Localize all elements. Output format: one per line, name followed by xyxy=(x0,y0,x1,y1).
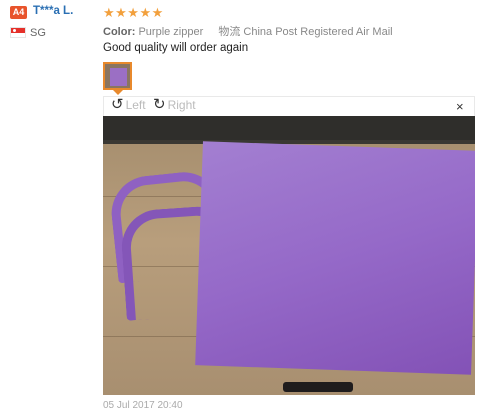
reviewer-name[interactable]: T***a L. xyxy=(33,5,73,17)
color-label: Color: xyxy=(103,26,136,38)
shipping-label: 物流 xyxy=(218,26,241,38)
singapore-flag-icon xyxy=(10,27,26,38)
review-meta: Color: Purple zipper 物流 China Post Regis… xyxy=(103,23,393,39)
reviewer-country: SG xyxy=(30,27,46,39)
shipping-value: China Post Registered Air Mail xyxy=(243,26,393,38)
review-photo-thumbnail[interactable] xyxy=(103,62,132,90)
rotate-left-label: Left xyxy=(125,98,146,112)
rotate-left-icon: ↺ xyxy=(111,96,124,113)
review-photo-large xyxy=(103,116,475,395)
rotate-right-button[interactable]: ↻ Right xyxy=(153,96,196,113)
user-level-badge: A4 xyxy=(10,6,27,19)
color-value: Purple zipper xyxy=(138,26,204,38)
rotate-right-icon: ↻ xyxy=(153,96,166,113)
review-text: Good quality will order again xyxy=(103,42,249,54)
thumbnail-selected-caret xyxy=(113,90,123,95)
rotate-right-label: Right xyxy=(167,98,196,112)
star-rating: ★★★★★ xyxy=(103,5,164,20)
rotate-left-button[interactable]: ↺ Left xyxy=(111,96,146,113)
close-viewer-button[interactable]: × xyxy=(456,99,464,114)
review-date: 05 Jul 2017 20:40 xyxy=(103,400,183,411)
